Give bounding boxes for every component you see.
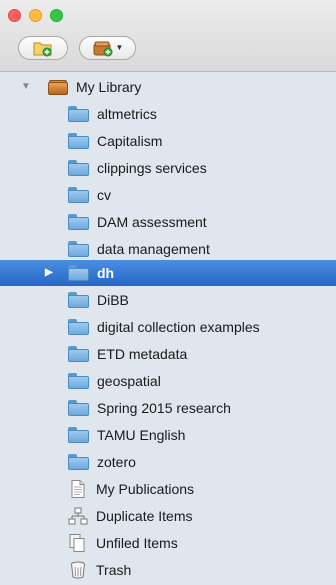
folder-icon xyxy=(68,346,89,362)
folder-icon xyxy=(68,400,89,416)
folder-icon xyxy=(68,265,89,281)
collection-label: zotero xyxy=(97,454,136,470)
trash-row[interactable]: Trash xyxy=(0,557,336,583)
folder-icon xyxy=(68,187,89,203)
folder-icon xyxy=(68,241,89,257)
collection-row[interactable]: data management xyxy=(0,236,336,262)
folder-icon xyxy=(68,427,89,443)
new-collection-button[interactable] xyxy=(18,36,68,60)
collection-row[interactable]: cv xyxy=(0,182,336,208)
library-row[interactable]: ▼ My Library xyxy=(0,74,336,100)
collection-label: Capitalism xyxy=(97,133,163,149)
collection-row[interactable]: clippings services xyxy=(0,155,336,181)
collection-row[interactable]: Spring 2015 research xyxy=(0,395,336,421)
collection-label: ETD metadata xyxy=(97,346,188,362)
folder-icon xyxy=(68,133,89,149)
disclosure-collapsed-icon[interactable]: ▶ xyxy=(45,267,53,278)
unfiled-items-icon xyxy=(69,534,85,552)
collections-pane: ▼ My Library altmetrics Capitalism clipp… xyxy=(0,72,336,585)
collection-label: digital collection examples xyxy=(97,319,260,335)
trash-label: Trash xyxy=(96,562,132,578)
new-library-menu-button[interactable]: ▼ xyxy=(79,36,136,60)
duplicate-items-label: Duplicate Items xyxy=(96,508,193,524)
folder-icon xyxy=(68,454,89,470)
my-publications-row[interactable]: My Publications xyxy=(0,476,336,502)
duplicate-items-row[interactable]: Duplicate Items xyxy=(0,503,336,529)
collection-row[interactable]: DAM assessment xyxy=(0,209,336,235)
collection-row[interactable]: DiBB xyxy=(0,287,336,313)
collection-row[interactable]: digital collection examples xyxy=(0,314,336,340)
new-library-icon xyxy=(93,41,113,57)
folder-icon xyxy=(68,160,89,176)
window-titlebar: ▼ xyxy=(0,0,336,72)
collection-row[interactable]: TAMU English xyxy=(0,422,336,448)
collection-label: cv xyxy=(97,187,111,203)
new-collection-icon xyxy=(33,42,52,57)
folder-icon xyxy=(68,319,89,335)
library-icon xyxy=(48,79,68,95)
collection-label: DAM assessment xyxy=(97,214,207,230)
collection-row[interactable]: ETD metadata xyxy=(0,341,336,367)
collection-row[interactable]: zotero xyxy=(0,449,336,475)
folder-icon xyxy=(68,373,89,389)
trash-icon xyxy=(71,561,85,579)
collection-row[interactable]: altmetrics xyxy=(0,101,336,127)
folder-icon xyxy=(68,214,89,230)
disclosure-expanded-icon[interactable]: ▼ xyxy=(21,81,31,92)
library-label: My Library xyxy=(76,79,142,95)
document-icon xyxy=(71,480,85,498)
unfiled-items-label: Unfiled Items xyxy=(96,535,178,551)
chevron-down-icon: ▼ xyxy=(115,43,124,52)
zoom-window-button[interactable] xyxy=(50,9,63,22)
collection-label: altmetrics xyxy=(97,106,157,122)
my-publications-label: My Publications xyxy=(96,481,195,497)
folder-icon xyxy=(68,292,89,308)
collection-label: TAMU English xyxy=(97,427,186,443)
close-window-button[interactable] xyxy=(8,9,21,22)
window-controls xyxy=(8,9,63,22)
collection-label: geospatial xyxy=(97,373,161,389)
duplicate-items-icon xyxy=(68,507,88,525)
collection-row-selected[interactable]: ▶ dh xyxy=(0,260,336,286)
unfiled-items-row[interactable]: Unfiled Items xyxy=(0,530,336,556)
collection-label: clippings services xyxy=(97,160,207,176)
collection-row[interactable]: Capitalism xyxy=(0,128,336,154)
collection-label: DiBB xyxy=(97,292,129,308)
folder-icon xyxy=(68,106,89,122)
collection-label: dh xyxy=(97,265,115,281)
collection-label: Spring 2015 research xyxy=(97,400,231,416)
collection-label: data management xyxy=(97,241,210,257)
minimize-window-button[interactable] xyxy=(29,9,42,22)
collection-row[interactable]: geospatial xyxy=(0,368,336,394)
